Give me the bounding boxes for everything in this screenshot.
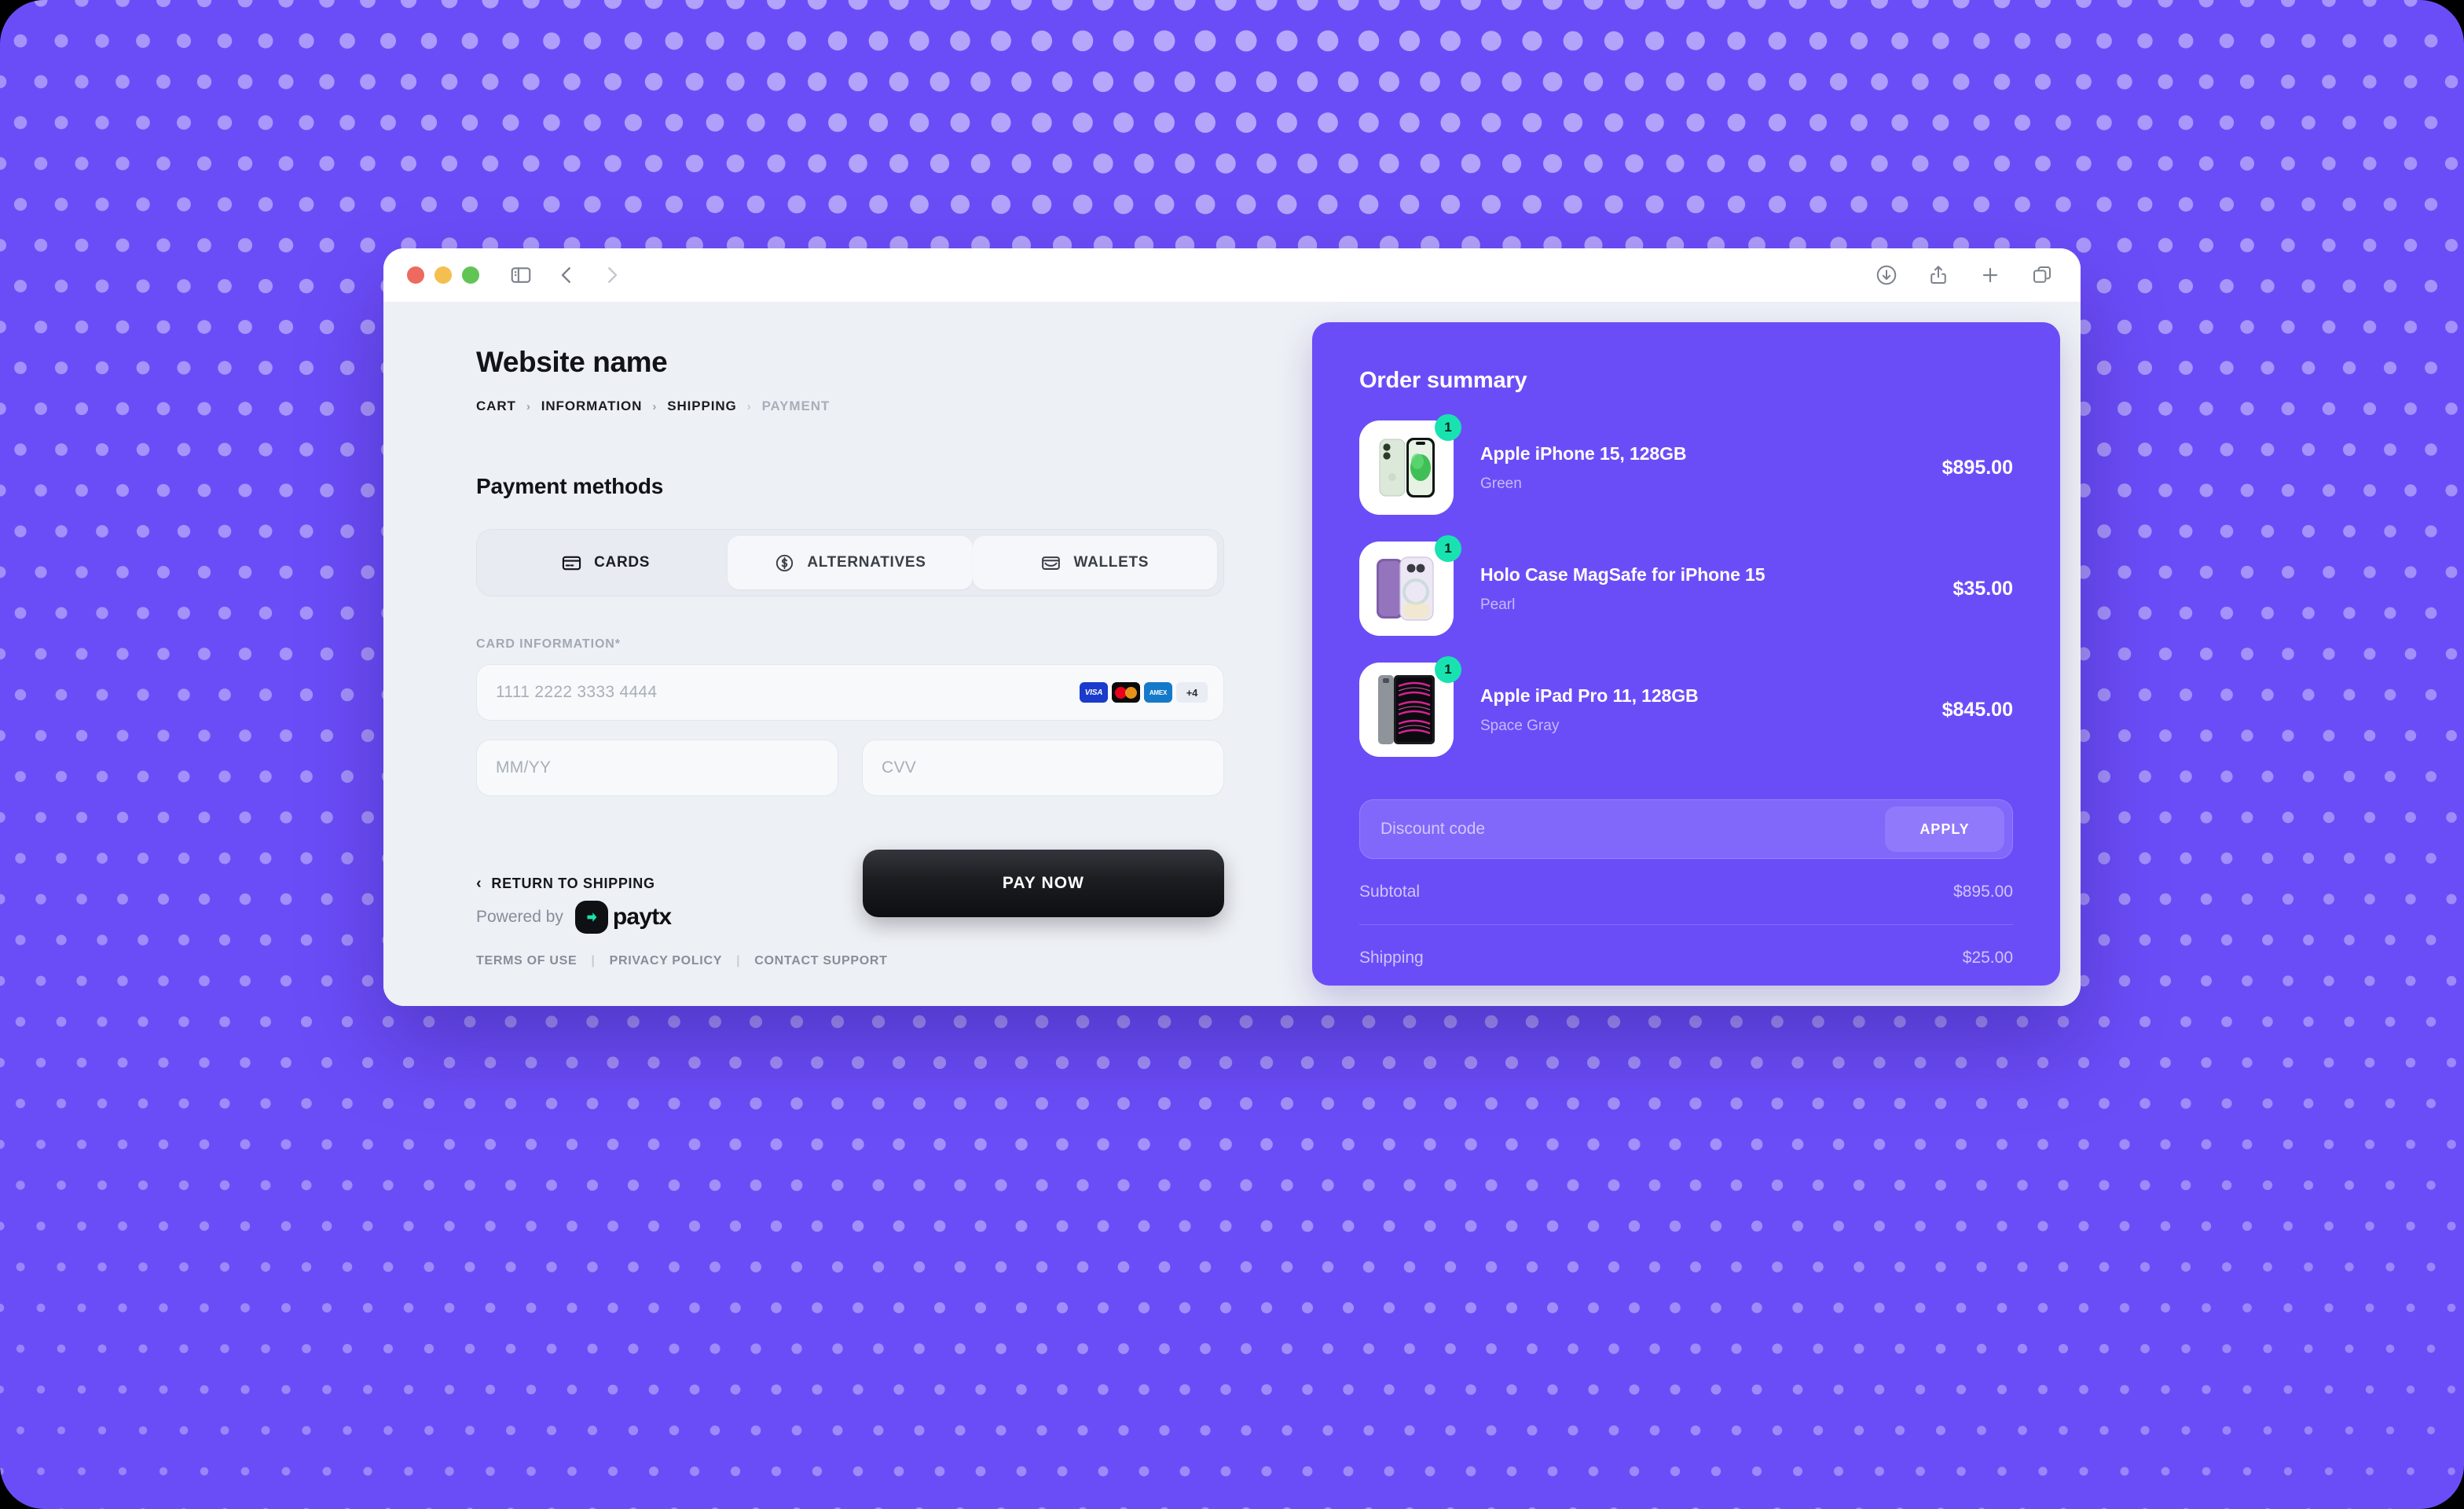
page-title: Website name — [476, 346, 668, 378]
breadcrumb-item-information[interactable]: INFORMATION — [541, 398, 643, 414]
tab-wallets[interactable]: WALLETS — [972, 536, 1217, 589]
chevron-right-icon: › — [526, 399, 531, 413]
tab-alternatives-label: ALTERNATIVES — [807, 554, 926, 571]
return-to-shipping-label: RETURN TO SHIPPING — [491, 875, 655, 891]
contact-support-link[interactable]: CONTACT SUPPORT — [754, 954, 887, 968]
checkout-column: Website name CART › INFORMATION › SHIPPI… — [383, 302, 1318, 1006]
tab-overview-icon[interactable] — [2030, 263, 2054, 287]
mastercard-icon — [1112, 682, 1140, 703]
window-controls[interactable] — [407, 266, 479, 284]
shipping-value: $25.00 — [1962, 948, 2013, 967]
visa-icon: VISA — [1080, 682, 1108, 703]
page-viewport: Website name CART › INFORMATION › SHIPPI… — [383, 302, 2081, 1006]
tab-wallets-label: WALLETS — [1073, 554, 1150, 571]
powered-by-label: Powered by — [476, 908, 563, 926]
sidebar-icon[interactable] — [509, 263, 533, 287]
return-to-shipping-link[interactable]: ‹ RETURN TO SHIPPING — [476, 875, 655, 893]
forward-icon[interactable] — [600, 263, 624, 287]
back-icon[interactable] — [555, 263, 578, 287]
tab-cards-label: CARDS — [594, 554, 651, 571]
browser-titlebar — [383, 248, 2081, 302]
tab-alternatives[interactable]: ALTERNATIVES — [728, 536, 973, 589]
expiry-input[interactable]: MM/YY — [476, 740, 838, 796]
product-thumbnail-ipad: 1 — [1359, 656, 1461, 757]
minimize-window-button[interactable] — [434, 266, 452, 284]
legal-links: TERMS OF USE | PRIVACY POLICY | CONTACT … — [476, 954, 888, 968]
item-quantity-badge: 1 — [1435, 414, 1461, 441]
breadcrumb-item-cart[interactable]: CART — [476, 398, 516, 414]
section-title-payment-methods: Payment methods — [476, 474, 664, 498]
paytx-wordmark: paytx — [612, 904, 672, 930]
order-item: 1 Apple iPhone 15, 128GB Green $895.00 — [1359, 414, 2013, 515]
item-price: $845.00 — [1942, 698, 2013, 721]
divider: | — [736, 954, 741, 967]
item-name: Apple iPhone 15, 128GB — [1480, 442, 1687, 464]
summary-row-taxes: Taxes $10.00 — [1359, 991, 2013, 1006]
tab-cards[interactable]: CARDS — [483, 536, 728, 589]
breadcrumb-item-payment: PAYMENT — [761, 398, 830, 413]
terms-of-use-link[interactable]: TERMS OF USE — [476, 954, 577, 968]
item-name: Apple iPad Pro 11, 128GB — [1480, 685, 1699, 706]
order-item: 1 Holo Case MagSafe for iPhone 15 Pearl … — [1359, 535, 2013, 636]
pay-now-button[interactable]: PAY NOW — [863, 850, 1224, 917]
item-quantity-badge: 1 — [1435, 535, 1461, 562]
subtotal-label: Subtotal — [1359, 882, 1421, 901]
item-quantity-badge: 1 — [1435, 656, 1461, 683]
cvv-placeholder: CVV — [882, 758, 917, 777]
dollar-circle-icon — [774, 553, 795, 574]
item-variant: Space Gray — [1480, 717, 1560, 734]
subtotal-value: $895.00 — [1953, 882, 2013, 901]
card-information-label: CARD INFORMATION* — [476, 637, 621, 651]
chevron-right-icon: › — [652, 399, 658, 413]
item-price: $35.00 — [1952, 577, 2013, 600]
download-icon[interactable] — [1875, 263, 1898, 287]
more-brands-badge[interactable]: +4 — [1176, 682, 1208, 703]
discount-code-placeholder: Discount code — [1380, 820, 1486, 838]
breadcrumb-item-shipping[interactable]: SHIPPING — [667, 398, 736, 414]
credit-card-icon — [561, 553, 582, 574]
expiry-placeholder: MM/YY — [496, 758, 552, 777]
page-footer: Powered by paytx TERMS OF USE | PRIVACY … — [476, 901, 888, 968]
chevron-right-icon: › — [746, 399, 752, 413]
new-tab-icon[interactable] — [1978, 263, 2002, 287]
apply-discount-button[interactable]: APPLY — [1885, 806, 2004, 852]
paytx-arrow-icon — [574, 901, 608, 934]
divider: | — [591, 954, 596, 967]
maximize-window-button[interactable] — [462, 266, 479, 284]
order-item: 1 Apple iPad Pro 11, 128GB Space Gray $8… — [1359, 656, 2013, 757]
card-expiry-cvv-row: MM/YY CVV — [476, 740, 1224, 796]
item-price: $895.00 — [1942, 456, 2013, 479]
paytx-logo: paytx — [574, 901, 672, 934]
item-variant: Pearl — [1480, 596, 1516, 613]
accepted-card-brands: VISA AMEX +4 — [1080, 682, 1208, 703]
order-summary-panel: Order summary 1 Apple iPhone 15, 128GB G… — [1312, 322, 2060, 991]
payment-method-tabs: CARDS ALTERNATIVES WALLETS — [476, 529, 1224, 597]
item-variant: Green — [1480, 475, 1522, 492]
product-thumbnail-iphone: 1 — [1359, 414, 1461, 515]
close-window-button[interactable] — [407, 266, 424, 284]
chevron-left-icon: ‹ — [476, 874, 482, 892]
discount-code-input[interactable]: Discount code APPLY — [1359, 799, 2013, 859]
powered-by: Powered by paytx — [476, 901, 888, 934]
summary-row-shipping: Shipping $25.00 — [1359, 925, 2013, 991]
shipping-label: Shipping — [1359, 948, 1424, 967]
amex-icon: AMEX — [1144, 682, 1172, 703]
desktop-background: Website name CART › INFORMATION › SHIPPI… — [0, 0, 2464, 1509]
summary-row-subtotal: Subtotal $895.00 — [1359, 859, 2013, 925]
order-summary-title: Order summary — [1359, 368, 1527, 393]
wallet-icon — [1040, 553, 1062, 574]
breadcrumb: CART › INFORMATION › SHIPPING › PAYMENT — [476, 398, 1257, 414]
card-number-input[interactable]: 1111 2222 3333 4444 VISA AMEX +4 — [476, 664, 1224, 721]
item-name: Holo Case MagSafe for iPhone 15 — [1480, 564, 1766, 585]
privacy-policy-link[interactable]: PRIVACY POLICY — [610, 954, 722, 968]
cvv-input[interactable]: CVV — [862, 740, 1224, 796]
product-thumbnail-holo-case: 1 — [1359, 535, 1461, 636]
browser-window: Website name CART › INFORMATION › SHIPPI… — [383, 248, 2081, 1006]
share-icon[interactable] — [1927, 263, 1950, 287]
card-number-placeholder: 1111 2222 3333 4444 — [496, 683, 658, 701]
